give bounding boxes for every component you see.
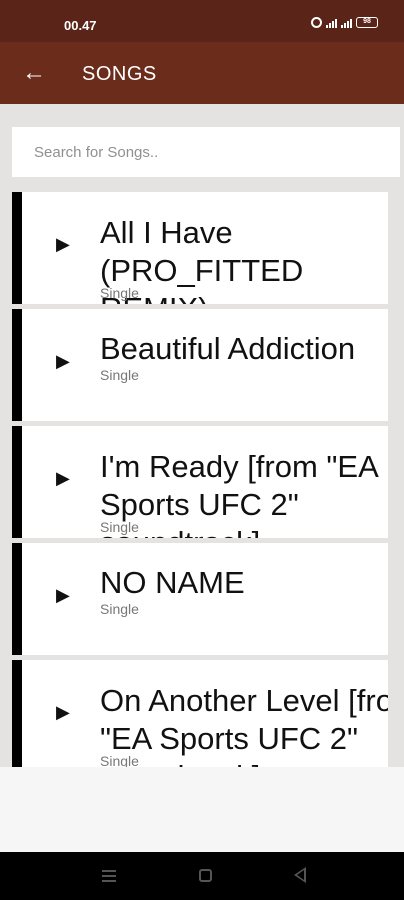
song-item[interactable]: ▶ NO NAME Single: [12, 543, 388, 655]
bottom-blank-area: [0, 767, 404, 852]
song-title: NO NAME: [100, 565, 245, 600]
search-input[interactable]: [12, 127, 400, 177]
song-item[interactable]: ▶ On Another Level [from "EA Sports UFC …: [12, 660, 388, 767]
song-item[interactable]: ▶ Beautiful Addiction Single: [12, 309, 388, 421]
alarm-icon: [311, 17, 322, 28]
song-type: Single: [100, 753, 139, 767]
page-title: SONGS: [82, 63, 157, 85]
status-bar: 00.47 98: [0, 0, 404, 42]
song-title: All I Have (PRO_FITTED REMIX): [100, 215, 304, 304]
song-item[interactable]: ▶ All I Have (PRO_FITTED REMIX) Single: [12, 192, 388, 304]
signal-icon: [341, 18, 352, 28]
system-nav-bar: [0, 852, 404, 900]
back-triangle-icon[interactable]: [294, 867, 306, 883]
play-icon[interactable]: ▶: [56, 468, 70, 489]
song-title: I'm Ready [from "EA Sports UFC 2" soundt…: [100, 449, 378, 538]
status-icons: 98: [311, 17, 378, 28]
songs-list: ▶ All I Have (PRO_FITTED REMIX) Single ▶…: [12, 192, 388, 767]
play-icon[interactable]: ▶: [56, 234, 70, 255]
song-type: Single: [100, 519, 139, 535]
status-time: 00.47: [64, 18, 97, 33]
song-item[interactable]: ▶ I'm Ready [from "EA Sports UFC 2" soun…: [12, 426, 388, 538]
search-box[interactable]: [12, 127, 400, 177]
home-icon[interactable]: [199, 869, 212, 882]
song-title: Beautiful Addiction: [100, 331, 356, 366]
signal-icon: [326, 18, 337, 28]
battery-icon: 98: [356, 17, 378, 28]
play-icon[interactable]: ▶: [56, 351, 70, 372]
play-icon[interactable]: ▶: [56, 585, 70, 606]
song-title: On Another Level [from "EA Sports UFC 2"…: [100, 683, 388, 767]
songs-content: ▶ All I Have (PRO_FITTED REMIX) Single ▶…: [0, 104, 404, 767]
play-icon[interactable]: ▶: [56, 702, 70, 723]
song-type: Single: [100, 285, 139, 301]
back-arrow-icon[interactable]: ←: [22, 59, 46, 87]
song-type: Single: [100, 601, 139, 617]
song-type: Single: [100, 367, 139, 383]
app-bar: ← SONGS: [0, 42, 404, 104]
recent-apps-icon[interactable]: [102, 870, 116, 885]
